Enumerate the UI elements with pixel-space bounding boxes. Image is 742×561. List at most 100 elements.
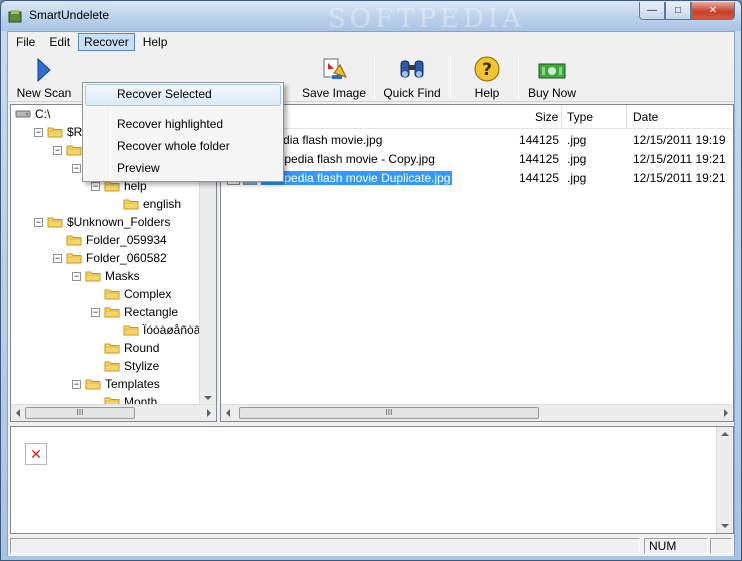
scroll-right-arrow-icon[interactable] [724, 409, 728, 417]
scroll-left-arrow-icon[interactable] [16, 409, 20, 417]
tree-node[interactable]: − Templates [72, 375, 160, 393]
app-window: SmartUndelete — □ ✕ SOFTPEDIA File Edit … [0, 0, 742, 561]
tree-node[interactable]: Complex [91, 285, 171, 303]
client-area: SOFTPEDIA File Edit Recover Help New Sca… [7, 4, 735, 556]
column-type[interactable]: Type [567, 110, 593, 124]
folder-icon [66, 235, 82, 246]
menu-recover[interactable]: Recover [78, 33, 135, 51]
file-type: .jpg [567, 171, 587, 185]
tree-node-label: Round [124, 341, 160, 355]
collapse-toggle-icon[interactable]: − [34, 217, 43, 227]
status-bar: NUM [8, 536, 734, 556]
collapse-toggle-icon[interactable]: − [72, 379, 81, 389]
quick-find-button[interactable]: Quick Find [378, 54, 446, 100]
file-list[interactable]: Size Type Date ftpedia flash movie.jpg 14… [220, 104, 734, 422]
collapse-toggle-icon[interactable]: − [53, 145, 62, 155]
scroll-up-arrow-icon[interactable] [721, 432, 729, 436]
tree-node[interactable]: Stylize [91, 357, 159, 375]
maximize-button[interactable]: □ [665, 2, 691, 20]
tree-node[interactable]: − Rectangle [91, 303, 178, 321]
menu-preview[interactable]: Preview [85, 158, 281, 180]
menu-edit[interactable]: Edit [43, 33, 76, 51]
folder-icon [47, 217, 63, 228]
minimize-button[interactable]: — [639, 2, 665, 20]
file-name: Softpedia flash movie - Copy.jpg [263, 152, 435, 166]
drive-icon [15, 110, 31, 118]
menu-help[interactable]: Help [137, 33, 174, 51]
toolbar-separator [374, 56, 375, 98]
list-hscroll-thumb[interactable]: III [239, 407, 539, 419]
file-type: .jpg [567, 133, 587, 147]
collapse-toggle-icon[interactable]: − [72, 271, 81, 281]
column-size[interactable]: Size [535, 110, 558, 124]
file-row[interactable]: ✓Softpedia flash movie - Copy.jpg144125.… [221, 150, 733, 169]
tree-node[interactable]: Ïóòàøåñòâèÿ [110, 321, 199, 339]
tree-node[interactable]: − $Unknown_Folders [34, 213, 170, 231]
status-num: NUM [644, 538, 708, 554]
collapse-toggle-icon[interactable]: − [72, 163, 81, 173]
play-arrow-icon [37, 57, 51, 83]
folder-icon [104, 361, 120, 372]
list-header: Size Type Date [221, 105, 733, 129]
file-row[interactable]: ✓Softpedia flash movie Duplicate.jpg1441… [221, 169, 733, 188]
tree-node-label: C:\ [35, 107, 51, 121]
window-title: SmartUndelete [29, 8, 110, 22]
file-row[interactable]: ftpedia flash movie.jpg 144125 .jpg 12/15/2… [221, 131, 733, 150]
collapse-toggle-icon[interactable]: − [91, 181, 100, 191]
toolbar-separator [450, 56, 451, 98]
money-icon [538, 63, 566, 79]
tree-node-label: Folder_059934 [86, 233, 167, 247]
tree-node[interactable]: english [110, 195, 181, 213]
tree-hscroll-thumb[interactable]: III [25, 407, 135, 419]
file-date: 12/15/2011 19:21 [633, 171, 726, 185]
folder-icon [66, 145, 82, 156]
app-icon [8, 10, 22, 23]
buy-now-label: Buy Now [527, 86, 577, 100]
folder-icon [104, 343, 120, 354]
menu-recover-selected[interactable]: Recover Selected [85, 84, 281, 106]
list-horizontal-scrollbar[interactable]: III [221, 404, 733, 421]
tree-node[interactable]: − Folder_060582 [53, 249, 167, 267]
toolbar-separator [518, 56, 519, 98]
scroll-right-arrow-icon[interactable] [207, 409, 211, 417]
folder-icon [47, 127, 63, 138]
buy-now-button[interactable]: Buy Now [522, 54, 582, 100]
menu-recover-highlighted[interactable]: Recover highlighted [85, 114, 281, 136]
tree-node[interactable]: C:\ [15, 105, 50, 123]
folder-icon [104, 289, 120, 300]
help-icon: ? [474, 56, 500, 82]
scroll-down-arrow-icon[interactable] [721, 524, 729, 528]
new-scan-label: New Scan [16, 86, 72, 100]
tree-horizontal-scrollbar[interactable]: III [11, 404, 216, 421]
tree-node-label: Ïóòàøåñòâèÿ [143, 323, 199, 337]
tree-node[interactable]: − Masks [72, 267, 140, 285]
help-button[interactable]: ? Help [462, 54, 512, 100]
menu-recover-whole-folder[interactable]: Recover whole folder [85, 136, 281, 158]
preview-vertical-scrollbar[interactable] [716, 427, 733, 533]
column-separator [561, 105, 562, 129]
scroll-left-arrow-icon[interactable] [226, 409, 230, 417]
file-size: 144125 [518, 152, 559, 166]
recover-menu: Recover Selected Recover highlighted Rec… [82, 82, 284, 182]
tree-node[interactable]: Round [91, 339, 159, 357]
tree-node-label: Templates [105, 377, 160, 391]
file-type: .jpg [567, 152, 587, 166]
collapse-toggle-icon[interactable]: − [34, 127, 43, 137]
menu-file[interactable]: File [10, 33, 41, 51]
folder-icon [66, 253, 82, 264]
column-date[interactable]: Date [633, 110, 658, 124]
file-size: 144125 [518, 133, 559, 147]
folder-icon [123, 199, 139, 210]
close-button[interactable]: ✕ [691, 2, 735, 20]
file-date: 12/15/2011 19:19 [633, 133, 726, 147]
scroll-down-arrow-icon[interactable] [204, 396, 212, 400]
save-image-button[interactable]: Save Image [298, 54, 370, 100]
tree-node-label: Folder_060582 [86, 251, 167, 265]
tree-node[interactable]: Folder_059934 [53, 231, 167, 249]
collapse-toggle-icon[interactable]: − [91, 307, 100, 317]
binoculars-icon [400, 60, 424, 78]
status-main [10, 538, 640, 554]
status-extra [710, 538, 732, 554]
collapse-toggle-icon[interactable]: − [53, 253, 62, 263]
new-scan-button[interactable]: New Scan [14, 54, 74, 100]
